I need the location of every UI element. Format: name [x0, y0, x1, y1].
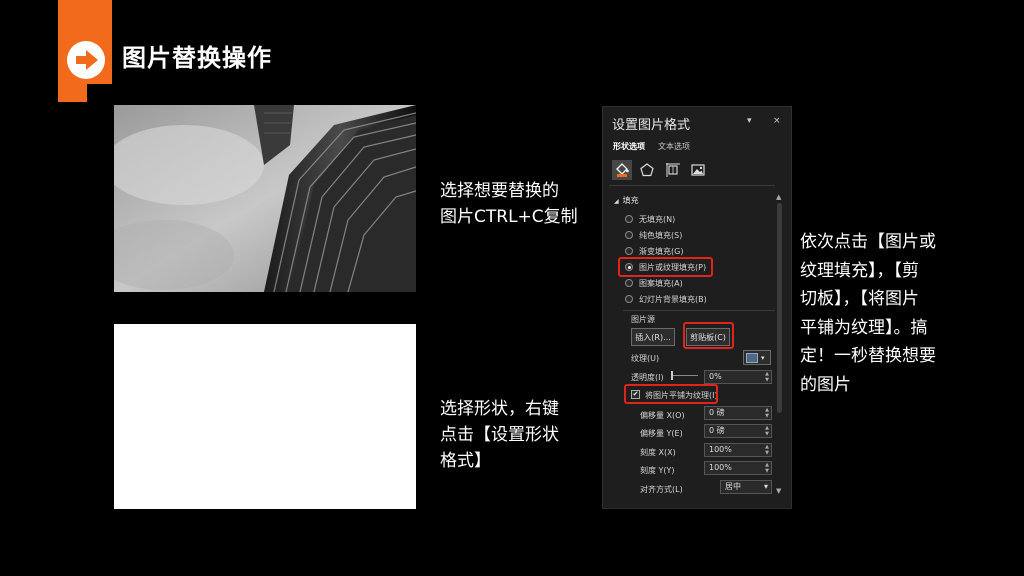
- accent-notch: [87, 84, 112, 102]
- paint-bucket-icon[interactable]: [612, 160, 632, 180]
- step2-text: 选择形状，右键 点击【设置形状 格式】: [440, 399, 559, 471]
- radio-label: 纯色填充(S): [639, 230, 683, 240]
- spin-arrows-icon[interactable]: ▲ ▼: [765, 407, 769, 419]
- radio-indicator: [625, 215, 633, 223]
- tab-shape-options[interactable]: 形状选项: [613, 141, 645, 152]
- radio-pattern-fill[interactable]: 图案填充(A): [625, 276, 683, 290]
- radio-indicator: [625, 279, 633, 287]
- radio-solid-fill[interactable]: 纯色填充(S): [625, 228, 682, 242]
- radio-label: 渐变填充(G): [639, 246, 684, 256]
- step1-text: 选择想要替换的 图片CTRL+C复制: [440, 181, 578, 227]
- radio-label: 图案填充(A): [639, 278, 683, 288]
- size-layout-icon[interactable]: [663, 160, 683, 180]
- pin-icon[interactable]: ▾: [747, 116, 752, 126]
- collapse-triangle-icon: ◢: [614, 198, 619, 205]
- alignment-value: 居中: [725, 482, 741, 491]
- insert-button[interactable]: 插入(R)...: [631, 328, 675, 346]
- offset-x-value: 0 磅: [709, 408, 725, 417]
- alignment-label: 对齐方式(L): [640, 485, 683, 494]
- radio-label: 无填充(N): [639, 214, 676, 224]
- radio-slide-background-fill[interactable]: 幻灯片背景填充(B): [625, 292, 707, 306]
- fill-section-header[interactable]: ◢ 填充: [614, 195, 639, 206]
- divider: [623, 310, 775, 311]
- radio-gradient-fill[interactable]: 渐变填充(G): [625, 244, 683, 258]
- highlight-clipboard: [683, 322, 734, 349]
- radio-label: 幻灯片背景填充(B): [639, 294, 707, 304]
- radio-indicator: [625, 295, 633, 303]
- spin-arrows-icon[interactable]: ▲ ▼: [765, 462, 769, 474]
- radio-indicator: [625, 231, 633, 239]
- texture-label: 纹理(U): [631, 354, 660, 363]
- skyscraper-photo[interactable]: [114, 105, 416, 292]
- panel-title: 设置图片格式: [612, 118, 691, 133]
- texture-picker[interactable]: ▾: [743, 350, 771, 365]
- scale-y-value: 100%: [709, 463, 732, 472]
- scroll-up-icon[interactable]: ▲: [776, 193, 781, 201]
- radio-no-fill[interactable]: 无填充(N): [625, 212, 675, 226]
- arrow-right-icon: [67, 41, 105, 79]
- scale-x-field[interactable]: 100% ▲ ▼: [704, 443, 772, 457]
- panel-scrollbar[interactable]: [777, 203, 782, 413]
- pentagon-icon[interactable]: [637, 160, 657, 180]
- spin-arrows-icon[interactable]: ▲ ▼: [765, 371, 769, 383]
- texture-swatch: [746, 352, 758, 363]
- step3-text: 依次点击【图片或 纹理填充】，【剪 切板】，【将图片 平铺为纹理】。搞 定！一秒…: [800, 232, 936, 395]
- transparency-label: 透明度(I): [631, 373, 664, 382]
- spin-arrows-icon[interactable]: ▲ ▼: [765, 444, 769, 456]
- radio-indicator: [625, 247, 633, 255]
- scale-y-label: 刻度 Y(Y): [640, 466, 675, 475]
- format-picture-panel: 设置图片格式 ▾ × 形状选项 文本选项 ◢ 填充 无填充(N) 纯色填充(S)…: [602, 106, 792, 509]
- offset-y-value: 0 磅: [709, 426, 725, 435]
- transparency-field[interactable]: 0% ▲ ▼: [704, 370, 772, 384]
- highlight-tile-checkbox: [624, 384, 718, 404]
- slider-handle[interactable]: [671, 371, 673, 380]
- offset-x-field[interactable]: 0 磅 ▲ ▼: [704, 406, 772, 420]
- chevron-down-icon: ▾: [761, 353, 765, 362]
- scroll-down-icon[interactable]: ▼: [776, 487, 781, 495]
- page-title: 图片替换操作: [122, 44, 272, 72]
- close-icon[interactable]: ×: [773, 116, 781, 126]
- scale-x-label: 刻度 X(X): [640, 448, 676, 457]
- transparency-value: 0%: [709, 372, 722, 381]
- scale-x-value: 100%: [709, 445, 732, 454]
- transparency-slider[interactable]: [671, 371, 698, 380]
- alignment-dropdown[interactable]: 居中 ▾: [720, 480, 772, 494]
- chevron-down-icon: ▾: [763, 482, 768, 491]
- picture-icon[interactable]: [688, 160, 708, 180]
- fill-section-label: 填充: [622, 196, 639, 205]
- offset-y-label: 偏移量 Y(E): [640, 429, 683, 438]
- offset-x-label: 偏移量 X(O): [640, 411, 685, 420]
- highlight-picture-fill: [618, 257, 713, 277]
- offset-y-field[interactable]: 0 磅 ▲ ▼: [704, 424, 772, 438]
- white-rectangle-shape[interactable]: [114, 324, 416, 509]
- tab-text-options[interactable]: 文本选项: [658, 141, 690, 152]
- scale-y-field[interactable]: 100% ▲ ▼: [704, 461, 772, 475]
- spin-arrows-icon[interactable]: ▲ ▼: [765, 425, 769, 437]
- divider: [609, 185, 775, 186]
- picture-source-label: 图片源: [631, 315, 655, 324]
